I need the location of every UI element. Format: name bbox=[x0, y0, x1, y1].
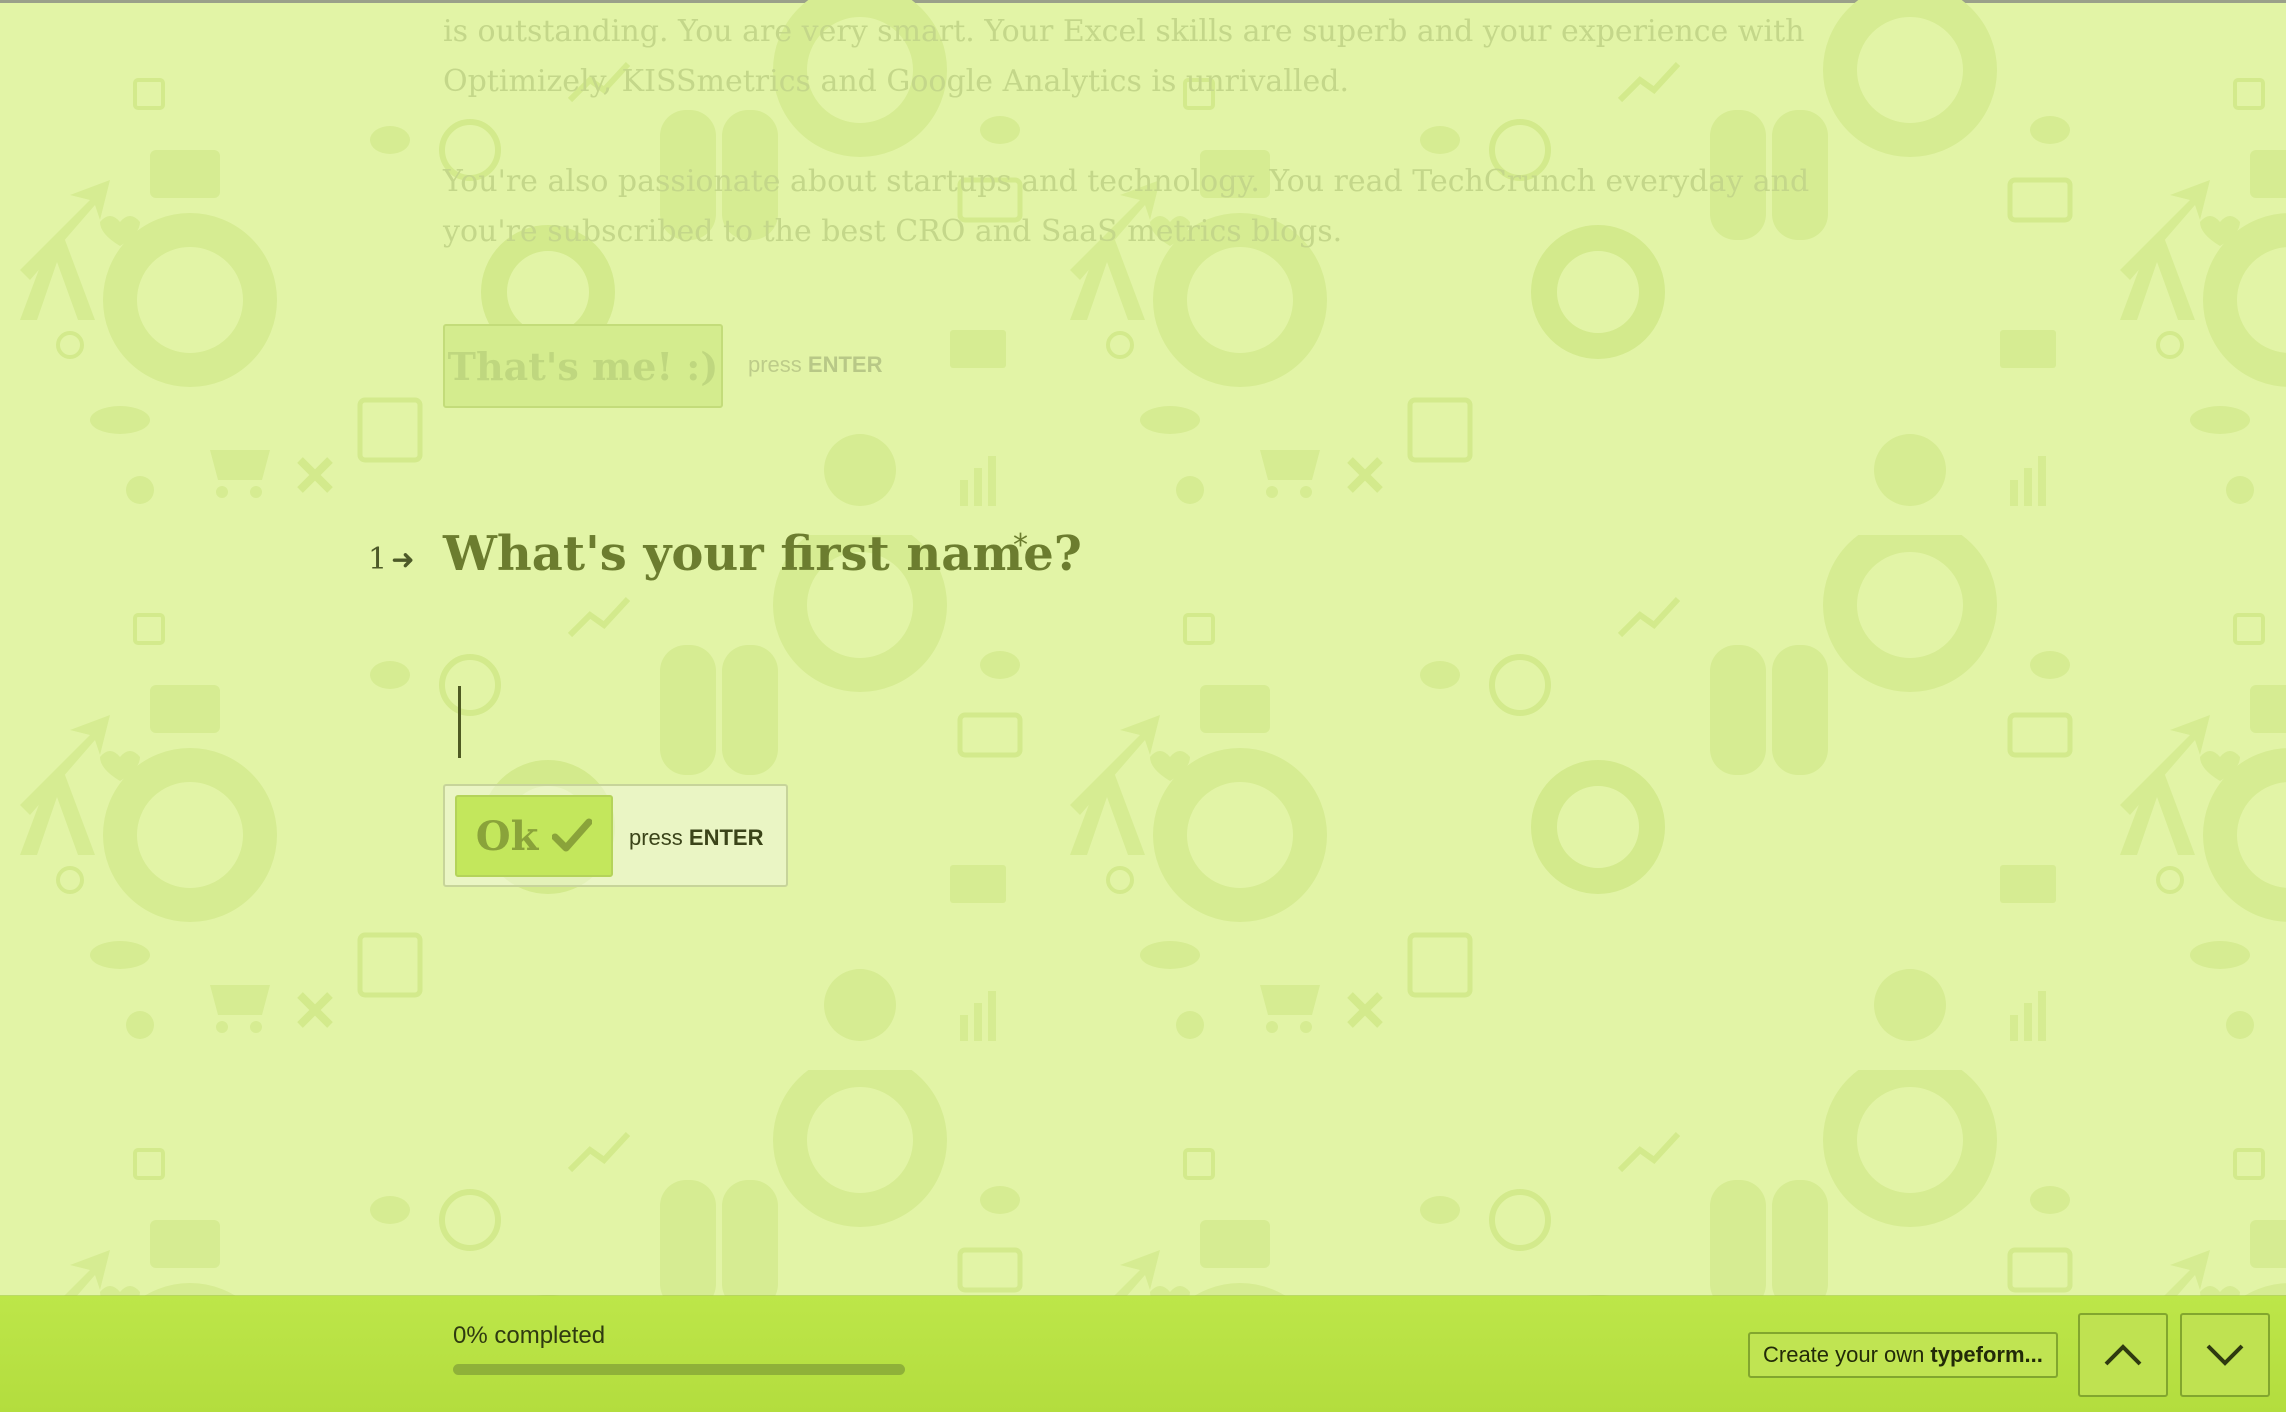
question-number-value: 1 bbox=[368, 542, 388, 577]
hint-key: ENTER bbox=[807, 352, 883, 377]
checkmark-icon bbox=[552, 818, 593, 852]
press-enter-hint: press ENTER bbox=[629, 825, 763, 851]
next-question-button[interactable] bbox=[2180, 1313, 2270, 1397]
hint-key: ENTER bbox=[688, 825, 764, 850]
previous-question-button[interactable] bbox=[2078, 1313, 2168, 1397]
previous-question-text-line: you're subscribed to the best CRO and Sa… bbox=[443, 214, 1343, 249]
footer-bar: 0% completed Create your own typeform... bbox=[0, 1296, 2286, 1412]
progress-bar bbox=[453, 1364, 905, 1375]
question-title: What's your first name? bbox=[443, 526, 1082, 582]
thats-me-button[interactable]: That's me! :) bbox=[443, 324, 723, 408]
question-number: 1 ➜ bbox=[368, 542, 415, 577]
create-typeform-button[interactable]: Create your own typeform... bbox=[1748, 1332, 2058, 1378]
ok-button-label: Ok bbox=[475, 812, 539, 860]
arrow-right-icon: ➜ bbox=[391, 543, 415, 576]
progress-label: 0% completed bbox=[453, 1322, 606, 1349]
create-typeform-prefix: Create your own bbox=[1763, 1342, 1925, 1367]
text-cursor bbox=[458, 686, 461, 758]
hint-prefix: press bbox=[629, 825, 683, 850]
required-asterisk: * bbox=[1013, 528, 1028, 563]
ok-button[interactable]: Ok bbox=[455, 795, 613, 877]
previous-press-enter-hint: press ENTER bbox=[748, 352, 882, 378]
previous-question-text-line: Optimizely, KISSmetrics and Google Analy… bbox=[443, 64, 1349, 99]
chevron-down-icon bbox=[2206, 1344, 2244, 1366]
hint-prefix: press bbox=[748, 352, 802, 377]
previous-question-text-line: is outstanding. You are very smart. Your… bbox=[443, 14, 1805, 49]
first-name-input[interactable] bbox=[443, 676, 1743, 756]
chevron-up-icon bbox=[2104, 1344, 2142, 1366]
ok-button-container: Ok press ENTER bbox=[443, 784, 788, 887]
create-typeform-brand: typeform... bbox=[1930, 1342, 2043, 1367]
thats-me-button-label: That's me! :) bbox=[447, 343, 719, 389]
previous-question-text-line: You're also passionate about startups an… bbox=[443, 164, 1810, 199]
